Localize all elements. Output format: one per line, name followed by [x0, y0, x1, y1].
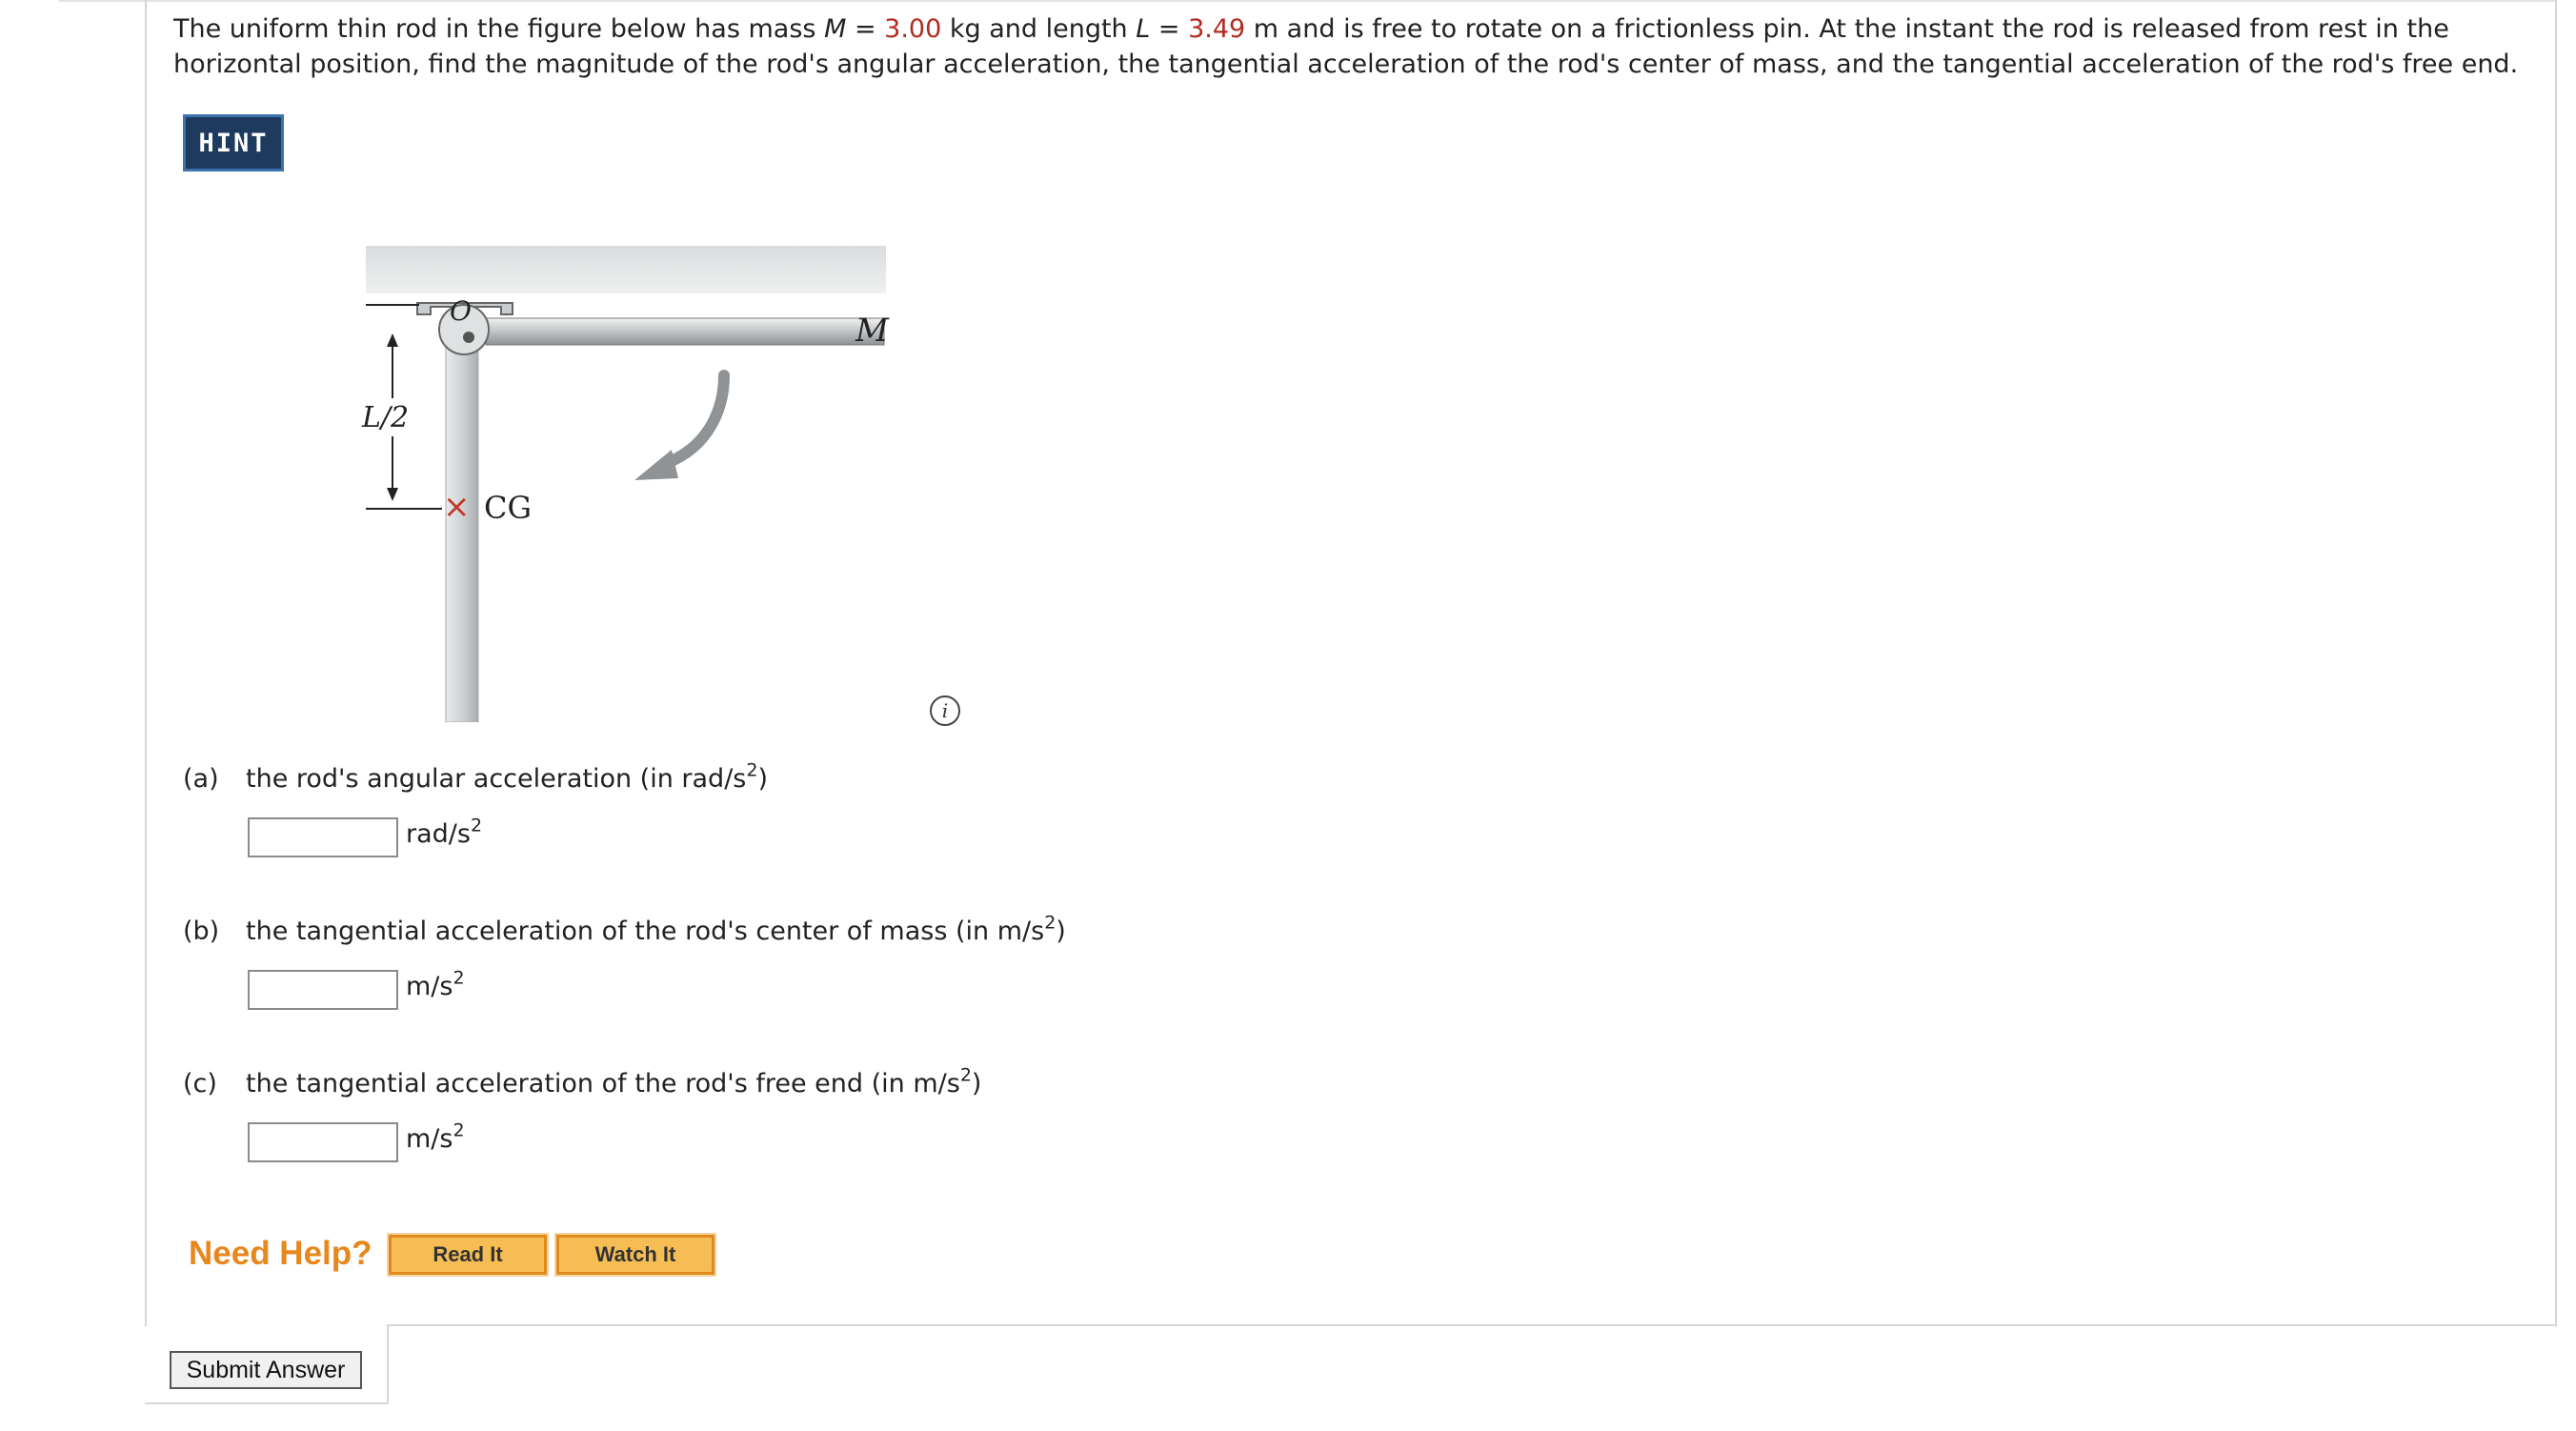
cg-mark: ×: [443, 488, 471, 526]
info-icon[interactable]: i: [930, 695, 960, 726]
panel-border: [389, 1324, 2557, 1326]
cg-label: CG: [484, 490, 532, 526]
hint-button[interactable]: HINT: [183, 114, 284, 171]
submit-answer-button[interactable]: Submit Answer: [170, 1351, 362, 1389]
length-value: 3.49: [1188, 14, 1246, 44]
answer-c-input[interactable]: [248, 1122, 398, 1162]
rotation-arrow: [661, 370, 730, 469]
question-a-label: (a) the rod's angular acceleration (in ra…: [183, 759, 768, 794]
pivot-pin: [463, 332, 474, 343]
half-length-label: L/2: [361, 401, 409, 434]
panel-border: [387, 1324, 389, 1404]
pivot-label: O: [450, 295, 472, 327]
question-c-label: (c) the tangential acceleration of the ro…: [183, 1064, 982, 1098]
answer-b-input[interactable]: [248, 970, 398, 1010]
rod-figure: O M L/2 × CG: [361, 246, 890, 722]
unit-c: m/s2: [406, 1119, 465, 1154]
vertical-rod: [445, 329, 479, 722]
mass-label: M: [855, 312, 890, 350]
need-help-label: Need Help?: [189, 1235, 372, 1272]
panel-border: [145, 1402, 389, 1404]
ceiling: [366, 246, 886, 293]
read-it-button[interactable]: Read It: [387, 1233, 549, 1277]
question-b-label: (b) the tangential acceleration of the ro…: [183, 912, 1066, 946]
answer-a-input[interactable]: [248, 817, 398, 857]
unit-b: m/s2: [406, 967, 465, 1001]
problem-statement: The uniform thin rod in the figure below…: [173, 14, 2519, 79]
watch-it-button[interactable]: Watch It: [554, 1233, 716, 1277]
unit-a: rad/s2: [406, 815, 483, 849]
horizontal-rod: [485, 317, 885, 346]
mass-value: 3.00: [884, 14, 942, 44]
